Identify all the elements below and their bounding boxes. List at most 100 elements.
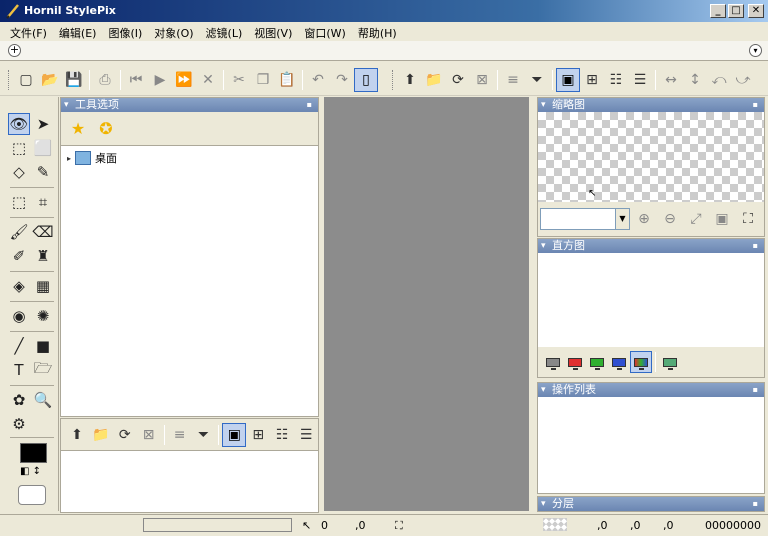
folder-new-icon[interactable]: 📁 xyxy=(422,68,446,92)
prev-icon[interactable]: ▶ xyxy=(148,68,172,92)
tree-node-desktop[interactable]: ▸ 桌面 xyxy=(67,150,312,166)
delete-icon[interactable]: ⊠ xyxy=(470,68,494,92)
panel-header[interactable]: 操作列表 ▪ xyxy=(538,383,764,397)
panel-header[interactable]: 工具选项 ▪ xyxy=(61,98,318,112)
brush-icon[interactable]: 🖌 xyxy=(8,221,30,243)
tab-list-icon[interactable]: ▾ xyxy=(749,44,762,57)
sort-icon[interactable]: ≡ xyxy=(168,423,192,447)
gradient-icon[interactable]: ▦ xyxy=(32,275,54,297)
transform-icon[interactable]: ⬚ xyxy=(8,137,30,159)
pointer-icon[interactable]: ➤ xyxy=(32,113,54,135)
view-large-icon[interactable]: ▣ xyxy=(222,422,247,447)
maximize-button[interactable]: □ xyxy=(728,4,744,18)
cut-icon[interactable]: ✂ xyxy=(227,68,251,92)
view-detail-icon[interactable]: ☷ xyxy=(270,423,294,447)
sort-menu-icon[interactable]: ⏷ xyxy=(192,423,216,447)
panel-header[interactable]: 分层 ▪ xyxy=(538,497,764,511)
close-button[interactable]: ✕ xyxy=(748,4,764,18)
paste-icon[interactable]: 📋 xyxy=(275,68,299,92)
folder-up-icon[interactable]: ⬆ xyxy=(398,68,422,92)
view-icon[interactable]: 👁 xyxy=(8,113,30,135)
redo-icon[interactable]: ↷ xyxy=(330,68,354,92)
favorite-star-icon[interactable]: ★ xyxy=(67,119,89,138)
undo-icon[interactable]: ↶ xyxy=(306,68,330,92)
add-tab-icon[interactable]: + xyxy=(8,44,21,57)
close-doc-icon[interactable]: ✕ xyxy=(196,68,220,92)
view-detail-icon[interactable]: ☷ xyxy=(604,68,628,92)
new-icon[interactable]: ▢ xyxy=(14,68,38,92)
shape-icon[interactable]: ■ xyxy=(32,335,54,357)
view-list-icon[interactable]: ☰ xyxy=(294,423,318,447)
zoom-icon[interactable]: 🔍 xyxy=(32,389,54,411)
foreground-color-swatch[interactable] xyxy=(20,443,47,463)
menu-file[interactable]: 文件(F) xyxy=(4,22,53,41)
menu-view[interactable]: 视图(V) xyxy=(248,22,298,41)
channel-green-icon[interactable] xyxy=(586,351,608,373)
menu-window[interactable]: 窗口(W) xyxy=(298,22,351,41)
flip-v-icon[interactable]: ↕ xyxy=(683,68,707,92)
pin-icon[interactable]: ▪ xyxy=(753,383,758,397)
channel-luminance-icon[interactable] xyxy=(542,351,564,373)
refresh-icon[interactable]: ⟳ xyxy=(113,423,137,447)
menu-help[interactable]: 帮助(H) xyxy=(352,22,403,41)
panel-toggle-icon[interactable]: ▯ xyxy=(354,68,378,92)
channel-blue-icon[interactable] xyxy=(608,351,630,373)
select-rect-icon[interactable]: ⬜ xyxy=(32,137,54,159)
view-grid-icon[interactable]: ⊞ xyxy=(580,68,604,92)
channel-all-icon[interactable] xyxy=(659,351,681,373)
delete-icon[interactable]: ⊠ xyxy=(137,423,161,447)
background-color-swatch[interactable] xyxy=(18,485,46,505)
zoom-out-icon[interactable]: ⊖ xyxy=(658,207,682,231)
add-favorite-star-icon[interactable]: ✪ xyxy=(95,119,117,138)
flip-h-icon[interactable]: ↔ xyxy=(659,68,683,92)
thumbnail-preview[interactable]: ↖ xyxy=(538,112,764,202)
sort-icon[interactable]: ≡ xyxy=(501,68,525,92)
line-icon[interactable]: ╱ xyxy=(8,335,30,357)
print-icon[interactable]: ⎙ xyxy=(93,68,117,92)
fullscreen-icon[interactable]: ⛶ xyxy=(736,207,760,231)
toolbar-grip[interactable] xyxy=(8,70,11,90)
folder-up-icon[interactable]: ⬆ xyxy=(65,423,89,447)
minimize-button[interactable]: _ xyxy=(710,4,726,18)
menu-filter[interactable]: 滤镜(L) xyxy=(200,22,249,41)
toolbar-grip[interactable] xyxy=(392,70,395,90)
channel-rgb-icon[interactable] xyxy=(630,351,652,373)
eraser-icon[interactable]: ⌫ xyxy=(32,221,54,243)
menu-edit[interactable]: 编辑(E) xyxy=(53,22,103,41)
color-wheel-icon[interactable]: ✿ xyxy=(8,389,30,411)
folder-new-icon[interactable]: 📁 xyxy=(89,423,113,447)
actual-size-icon[interactable]: ▣ xyxy=(710,207,734,231)
bucket-icon[interactable]: ♜ xyxy=(32,245,54,267)
refresh-icon[interactable]: ⟳ xyxy=(446,68,470,92)
redeye-icon[interactable]: ◉ xyxy=(8,305,30,327)
pin-icon[interactable]: ▪ xyxy=(753,497,758,511)
save-icon[interactable]: 💾 xyxy=(62,68,86,92)
lasso-icon[interactable]: ◇ xyxy=(8,161,30,183)
canvas-area[interactable] xyxy=(320,97,533,511)
rotate-right-icon[interactable]: ⤻ xyxy=(731,68,755,92)
fill-icon[interactable]: ◈ xyxy=(8,275,30,297)
settings-icon[interactable]: ⚙ xyxy=(8,413,30,435)
clone-icon[interactable]: ✐ xyxy=(8,245,30,267)
view-large-icon[interactable]: ▣ xyxy=(556,68,580,92)
panel-header[interactable]: 缩略图 ▪ xyxy=(538,98,764,112)
expand-arrow-icon[interactable]: ▸ xyxy=(67,154,71,163)
rotate-left-icon[interactable]: ⤺ xyxy=(707,68,731,92)
open-icon[interactable]: 📂 xyxy=(38,68,62,92)
zoom-in-icon[interactable]: ⊕ xyxy=(632,207,656,231)
view-list-icon[interactable]: ☰ xyxy=(628,68,652,92)
copy-icon[interactable]: ❐ xyxy=(251,68,275,92)
fit-icon[interactable]: ⤢ xyxy=(684,207,708,231)
crop-box-icon[interactable]: ⬚ xyxy=(8,191,30,213)
swap-colors-icon[interactable]: ◧ ↕ xyxy=(20,466,41,477)
sort-menu-icon[interactable]: ⏷ xyxy=(525,68,549,92)
pin-icon[interactable]: ▪ xyxy=(753,239,758,253)
crop-icon[interactable]: ⌗ xyxy=(32,191,54,213)
view-grid-icon[interactable]: ⊞ xyxy=(246,423,270,447)
channel-red-icon[interactable] xyxy=(564,351,586,373)
pin-icon[interactable]: ▪ xyxy=(307,98,312,112)
eyedropper-icon[interactable]: ✎ xyxy=(32,161,54,183)
text-icon[interactable]: T xyxy=(8,359,30,381)
adjust-icon[interactable]: ✺ xyxy=(32,305,54,327)
menu-object[interactable]: 对象(O) xyxy=(148,22,199,41)
